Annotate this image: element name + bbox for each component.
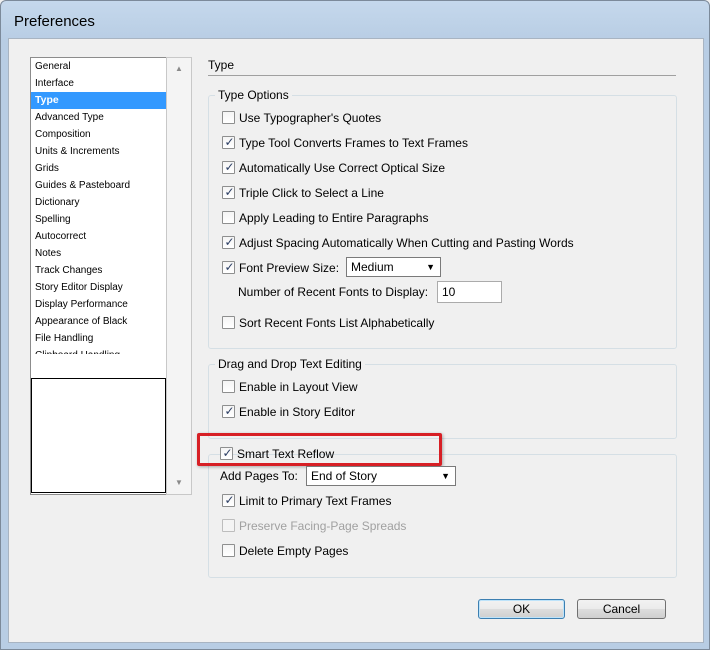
category-scrollbar[interactable]: ▲ ▼ [166,57,192,495]
type-options-label: Type Options [215,88,292,102]
checkmark-icon: ✓ [224,185,235,199]
section-title: Type [208,58,235,72]
add-pages-label: Add Pages To: [220,469,298,483]
category-item-track-changes[interactable]: Track Changes [31,262,172,279]
checkmark-icon: ✓ [224,260,235,274]
recent-fonts-label-text: Number of Recent Fonts to Display: [238,285,429,299]
story-editor-checkbox[interactable]: ✓ [222,404,235,418]
dialog-body: General Interface Type Advanced Type Composi… [8,38,704,643]
sort-recent-label: Sort Recent Fonts List Alphabetically [239,316,435,330]
add-pages-select[interactable]: End of Story ▼ [306,466,456,486]
dropdown-arrow-icon: ▼ [441,471,450,481]
category-item-appearance-of-black[interactable]: Appearance of Black [31,313,172,330]
font-preview-size-value: Medium [351,260,394,274]
font-preview-checkbox[interactable]: ✓ [222,260,235,274]
apply-leading-checkbox[interactable] [222,211,235,224]
category-item-type[interactable]: Type [31,92,172,109]
recent-fonts-label: Number of Recent Fonts to Display: [238,285,428,299]
add-pages-label-text: Add Pages To: [220,469,298,483]
checkmark-icon: ✓ [224,160,235,174]
drag-drop-label: Drag and Drop Text Editing [215,357,365,371]
delete-empty-label: Delete Empty Pages [239,544,349,558]
ok-button[interactable]: OK [478,599,565,619]
preferences-window: Preferences General Interface Type Advanced… [0,0,710,650]
highlight-annotation [197,433,442,466]
limit-primary-label: Limit to Primary Text Frames [239,494,392,508]
checkmark-icon: ✓ [224,235,235,249]
optical-size-checkbox[interactable]: ✓ [222,160,235,174]
sort-recent-checkbox[interactable] [222,316,235,329]
triple-click-label: Triple Click to Select a Line [239,186,384,200]
cancel-button[interactable]: Cancel [577,599,666,619]
category-item-display-performance[interactable]: Display Performance [31,296,172,313]
category-item-grids[interactable]: Grids [31,160,172,177]
category-item-units-increments[interactable]: Units & Increments [31,143,172,160]
checkmark-icon: ✓ [224,493,235,507]
dropdown-arrow-icon: ▼ [426,262,435,272]
category-item-spelling[interactable]: Spelling [31,211,172,228]
drag-drop-group: Drag and Drop Text Editing [208,357,677,439]
category-item-story-editor-display[interactable]: Story Editor Display [31,279,172,296]
preserve-spreads-checkbox [222,519,235,532]
recent-fonts-input[interactable]: 10 [437,281,502,303]
adjust-spacing-checkbox[interactable]: ✓ [222,235,235,249]
delete-empty-checkbox[interactable] [222,544,235,557]
adjust-spacing-label: Adjust Spacing Automatically When Cuttin… [239,236,574,250]
add-pages-value: End of Story [311,469,378,483]
category-item-composition[interactable]: Composition [31,126,172,143]
font-preview-label: Font Preview Size: [239,261,340,275]
font-preview-size-select[interactable]: Medium ▼ [346,257,441,277]
category-item-guides-pasteboard[interactable]: Guides & Pasteboard [31,177,172,194]
category-item-interface[interactable]: Interface [31,75,172,92]
category-item-general[interactable]: General [31,58,172,75]
checkmark-icon: ✓ [224,404,235,418]
layout-view-checkbox[interactable] [222,380,235,393]
type-tool-converts-label: Type Tool Converts Frames to Text Frames [239,136,468,150]
category-item-file-handling[interactable]: File Handling [31,330,172,347]
scroll-down-icon[interactable]: ▼ [167,475,191,491]
type-tool-converts-checkbox[interactable]: ✓ [222,135,235,149]
optical-size-label: Automatically Use Correct Optical Size [239,161,446,175]
checkmark-icon: ✓ [224,135,235,149]
typographers-quotes-checkbox[interactable] [222,111,235,124]
window-title: Preferences [14,13,95,30]
category-item-autocorrect[interactable]: Autocorrect [31,228,172,245]
category-item-dictionary[interactable]: Dictionary [31,194,172,211]
preserve-spreads-label: Preserve Facing-Page Spreads [239,519,407,533]
category-item-advanced-type[interactable]: Advanced Type [31,109,172,126]
layout-view-label: Enable in Layout View [239,380,358,394]
category-list[interactable]: General Interface Type Advanced Type Composi… [30,57,172,356]
category-preview-box [31,378,166,493]
category-item-notes[interactable]: Notes [31,245,172,262]
story-editor-label: Enable in Story Editor [239,405,356,419]
typographers-quotes-label: Use Typographer's Quotes [239,111,382,125]
section-divider [208,75,676,76]
apply-leading-label: Apply Leading to Entire Paragraphs [239,211,429,225]
title-bar[interactable]: Preferences [1,1,709,37]
triple-click-checkbox[interactable]: ✓ [222,185,235,199]
limit-primary-checkbox[interactable]: ✓ [222,493,235,507]
scroll-up-icon[interactable]: ▲ [167,61,191,77]
